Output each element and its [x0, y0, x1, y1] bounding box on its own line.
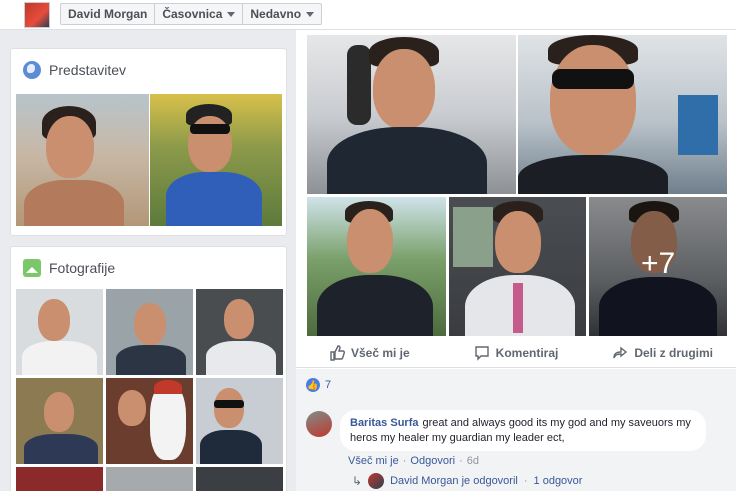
comment-button[interactable]: Komentiraj	[443, 338, 590, 367]
post-photo-4[interactable]	[449, 197, 586, 336]
post-photo-5[interactable]: +7	[589, 197, 727, 336]
meta-separator: ·	[459, 455, 463, 467]
like-button[interactable]: Všeč mi je	[296, 338, 443, 367]
photos-title-label: Fotografije	[49, 260, 116, 276]
post-photo-1[interactable]	[307, 35, 516, 194]
reply-author-text: David Morgan je odgovoril	[390, 475, 518, 487]
chevron-down-icon	[306, 11, 315, 17]
reply-arrow-icon: ↳	[352, 474, 363, 488]
reply-separator: ·	[523, 475, 528, 487]
comment-author-link[interactable]: Baritas Surfa	[350, 417, 418, 429]
photo-grid-2[interactable]	[106, 289, 193, 375]
intro-card-title: Predstavitev	[23, 61, 126, 79]
photo-grid-3[interactable]	[196, 289, 283, 375]
post-photo-3[interactable]	[307, 197, 446, 336]
crumb-recent-label: Nedavno	[250, 7, 302, 21]
photo-grid-5[interactable]	[106, 378, 193, 464]
comment-time[interactable]: 6d	[467, 455, 479, 467]
reply-author-avatar	[368, 473, 385, 489]
photo-grid-9[interactable]	[196, 467, 283, 491]
photo-grid-4[interactable]	[16, 378, 103, 464]
crumb-timeline-label: Časovnica	[162, 7, 223, 21]
commenter-avatar[interactable]	[306, 411, 332, 437]
crumb-recent-dropdown[interactable]: Nedavno	[243, 4, 321, 24]
share-icon	[613, 346, 628, 358]
intro-photo-2[interactable]	[150, 94, 282, 226]
crumb-profile-name-label: David Morgan	[68, 7, 148, 21]
thumbs-up-icon	[330, 344, 345, 361]
profile-topbar: David Morgan Časovnica Nedavno	[0, 0, 736, 30]
post-photo-2[interactable]	[518, 35, 727, 194]
profile-avatar[interactable]	[24, 2, 50, 28]
share-button-label: Deli z drugimi	[634, 345, 714, 360]
photo-grid-8[interactable]	[106, 467, 193, 491]
share-button[interactable]: Deli z drugimi	[589, 338, 736, 367]
comment-bubble: Baritas Surfa great and always good its m…	[340, 410, 706, 451]
thumbs-up-icon: 👍	[306, 378, 320, 392]
photo-icon	[23, 259, 41, 277]
like-button-label: Všeč mi je	[350, 345, 410, 360]
intro-title-label: Predstavitev	[49, 62, 127, 78]
reply-count: 1 odgovor	[533, 475, 583, 487]
post-action-bar: Všeč mi je Komentiraj Deli z drugimi	[296, 338, 736, 368]
like-summary[interactable]: 👍 7	[306, 378, 331, 392]
more-photos-count[interactable]: +7	[641, 247, 675, 281]
photo-grid-7[interactable]	[16, 467, 103, 491]
chevron-down-icon	[227, 11, 236, 17]
comment-like-link[interactable]: Všeč mi je	[348, 455, 399, 467]
intro-photo-1[interactable]	[16, 94, 149, 226]
intro-card: Predstavitev	[10, 48, 287, 236]
breadcrumb: David Morgan Časovnica Nedavno	[60, 3, 323, 25]
photos-card-title: Fotografije	[23, 259, 115, 277]
comment-icon	[474, 345, 489, 361]
crumb-timeline-dropdown[interactable]: Časovnica	[155, 4, 244, 24]
comment-button-label: Komentiraj	[495, 345, 559, 360]
photo-grid-1[interactable]	[16, 289, 103, 375]
view-replies-link[interactable]: ↳ David Morgan je odgovoril · 1 odgovor	[352, 473, 582, 489]
meta-separator: ·	[402, 455, 407, 467]
photo-grid-6[interactable]	[196, 378, 283, 464]
comment-meta: Všeč mi je · Odgovori · 6d	[348, 455, 479, 467]
globe-icon	[23, 61, 41, 79]
crumb-profile-name[interactable]: David Morgan	[61, 4, 156, 24]
comment-reply-link[interactable]: Odgovori	[410, 455, 455, 467]
photos-card: Fotografije	[10, 246, 287, 491]
like-count: 7	[325, 379, 332, 391]
